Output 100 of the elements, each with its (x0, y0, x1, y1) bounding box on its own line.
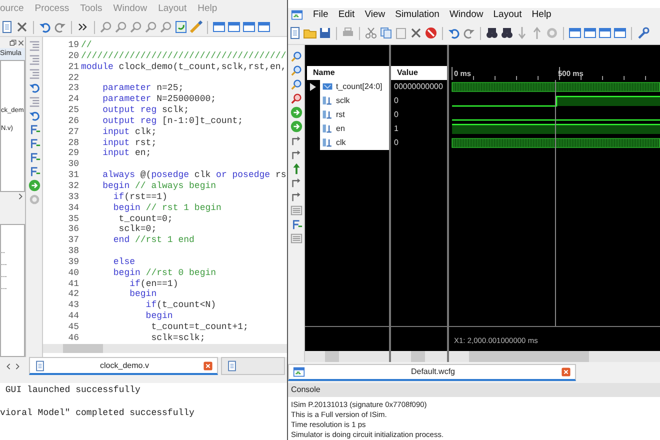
magnifier-icon[interactable] (99, 20, 113, 34)
file-tab[interactable]: clock_demo.v (29, 357, 218, 375)
indent-icon[interactable] (28, 95, 40, 108)
line-number: 44 (67, 311, 79, 322)
undo-icon[interactable] (38, 20, 52, 34)
indent-icon[interactable] (28, 67, 40, 80)
line-number: 39 (67, 256, 79, 268)
signal-name[interactable]: clk (336, 136, 346, 150)
document-icon[interactable] (0, 20, 14, 34)
window-icon[interactable] (613, 26, 627, 40)
horizontal-scrollbar[interactable] (305, 351, 389, 362)
step-arrow-icon[interactable] (290, 190, 302, 203)
step-arrow-icon[interactable] (290, 148, 302, 161)
line-number: 45 (67, 322, 79, 333)
line-number: 42 (67, 289, 79, 300)
window-icon[interactable] (257, 20, 271, 34)
signal-name[interactable]: rst (336, 108, 345, 122)
list-icon[interactable] (290, 232, 302, 245)
binoculars-icon[interactable] (500, 26, 514, 40)
clipboard-icon[interactable] (394, 26, 408, 40)
app-icon[interactable] (291, 9, 303, 22)
signal-icon (322, 109, 333, 120)
cross-icon[interactable] (15, 20, 29, 34)
file-tab[interactable]: Default.wcfg (288, 364, 576, 381)
menu-item[interactable]: Layout (493, 8, 522, 22)
document-icon (226, 360, 238, 372)
step-arrow-icon[interactable] (290, 134, 302, 147)
scroll-right-icon[interactable] (16, 192, 25, 201)
code-line: input en; (102, 148, 152, 160)
code-line: input rst; (102, 138, 157, 148)
file-tab[interactable] (221, 357, 285, 375)
menu-item[interactable]: Edit (338, 8, 355, 22)
menu-item[interactable]: File (313, 8, 328, 22)
code-line: t_count=t_count+1; (150, 322, 248, 333)
line-number: 20 (67, 50, 79, 62)
horizontal-scrollbar[interactable] (43, 344, 287, 353)
stop-icon[interactable] (424, 26, 438, 40)
copy-icon[interactable] (379, 26, 393, 40)
window-icon[interactable] (583, 26, 597, 40)
window-icon[interactable] (598, 26, 612, 40)
magnifier-icon[interactable] (290, 92, 302, 105)
arrow-circle-icon[interactable] (290, 106, 302, 119)
console-line: vioral Model" completed successfully (0, 408, 196, 419)
menu-item[interactable]: Simulation (395, 8, 440, 22)
pencil-icon[interactable] (189, 20, 203, 34)
signal-value: 0 (393, 136, 400, 149)
signal-name[interactable]: en (336, 122, 345, 136)
app-icon (293, 366, 305, 378)
step-arrow-icon[interactable] (290, 176, 302, 189)
window-icon[interactable] (212, 20, 226, 34)
line-number: 26 (67, 116, 79, 127)
menu-item[interactable]: View (364, 8, 386, 22)
magnifier-icon[interactable] (290, 64, 302, 77)
magnifier-icon[interactable] (290, 78, 302, 91)
binoculars-icon[interactable] (485, 26, 499, 40)
menu-item[interactable]: Window (449, 8, 484, 22)
magnifier-icon[interactable] (159, 20, 173, 34)
cross-icon[interactable] (409, 26, 423, 40)
restore-icon[interactable] (9, 38, 17, 46)
window-icon[interactable] (242, 20, 256, 34)
refresh-icon[interactable] (174, 20, 188, 34)
expand-arrow-icon[interactable] (308, 82, 316, 91)
menu-item[interactable]: Help (532, 8, 552, 22)
column-header[interactable]: Value (391, 66, 447, 80)
window-icon[interactable] (227, 20, 241, 34)
cross-icon[interactable] (17, 38, 25, 46)
magnifier-icon[interactable] (144, 20, 158, 34)
document-icon[interactable] (288, 26, 302, 40)
line-number: 36 (67, 224, 79, 236)
redo-icon[interactable] (462, 26, 476, 40)
window-icon[interactable] (568, 26, 582, 40)
line-number: 33 (67, 192, 79, 203)
line-number: 32 (67, 180, 79, 192)
line-number: 34 (67, 202, 79, 214)
indent-icon[interactable] (28, 53, 40, 66)
magnifier-icon[interactable] (290, 50, 302, 63)
wrench-icon[interactable] (636, 26, 650, 40)
undo-icon[interactable] (28, 109, 40, 122)
indent-icon[interactable] (28, 39, 40, 52)
undo-icon[interactable] (28, 81, 40, 94)
scroll-right-icon[interactable] (13, 362, 22, 370)
undo-icon[interactable] (447, 26, 461, 40)
close-icon[interactable] (561, 367, 571, 378)
redo-icon[interactable] (53, 20, 67, 34)
scissors-icon[interactable] (364, 26, 378, 40)
arrow-circle-icon[interactable] (28, 179, 40, 192)
list-icon[interactable] (290, 204, 302, 217)
horizontal-scrollbar[interactable] (449, 351, 660, 362)
column-header[interactable]: Name (307, 66, 389, 80)
magnifier-icon[interactable] (114, 20, 128, 34)
scroll-left-icon[interactable] (4, 362, 13, 370)
arrow-circle-icon[interactable] (290, 120, 302, 133)
signal-value: 0 (393, 94, 400, 107)
horizontal-scrollbar[interactable] (391, 351, 447, 362)
close-icon[interactable] (203, 360, 213, 370)
code-line: begin (144, 311, 173, 322)
console-line: GUI launched successfully (4, 385, 142, 396)
signal-icon (322, 123, 333, 134)
magnifier-icon[interactable] (129, 20, 143, 34)
code-line: sclk=sclk; (150, 332, 206, 344)
